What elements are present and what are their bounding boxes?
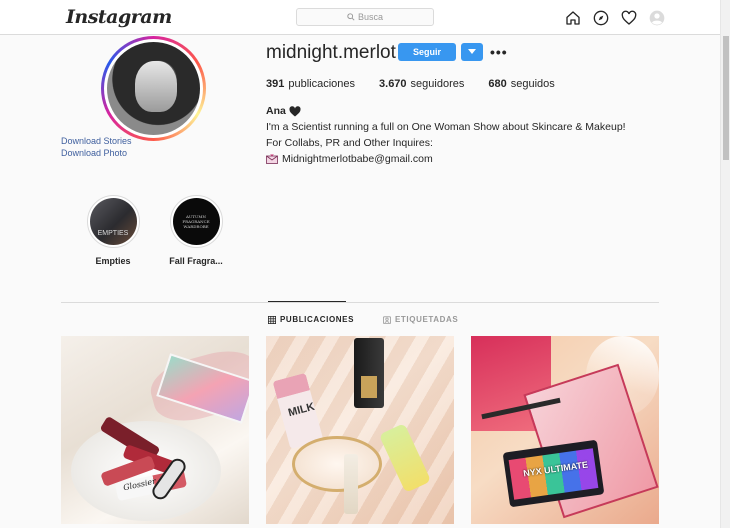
- suggestions-dropdown-button[interactable]: [461, 43, 483, 61]
- profile-stats: 391 publicaciones 3.670 seguidores 680 s…: [266, 78, 555, 90]
- following-label: seguidos: [510, 78, 555, 90]
- tabs-divider: [61, 302, 659, 303]
- download-stories-link[interactable]: Download Stories: [61, 136, 132, 147]
- search-icon: [347, 13, 355, 21]
- grid-icon: [268, 315, 276, 324]
- search-placeholder: Busca: [357, 12, 383, 22]
- highlight-label: Fall Fragra...: [169, 256, 223, 266]
- followers-stat[interactable]: 3.670 seguidores: [379, 78, 464, 90]
- highlight-cover: AUTUMN FRAGRANCE WARDROBE: [172, 198, 220, 245]
- more-options-icon[interactable]: •••: [490, 44, 508, 60]
- scrollbar-thumb[interactable]: [723, 36, 729, 160]
- profile-bio: Ana I'm a Scientist running a full on On…: [266, 103, 626, 167]
- profile-avatar: [107, 42, 200, 135]
- posts-count: 391: [266, 78, 285, 90]
- bio-email-row: Midnightmerlotbabe@gmail.com: [266, 151, 626, 167]
- highlight-cover: EMPTIES: [89, 198, 137, 245]
- follow-button[interactable]: Seguir: [398, 43, 456, 61]
- bio-line-2: For Collabs, PR and Other Inquires:: [266, 137, 433, 149]
- envelope-icon: [266, 154, 278, 164]
- tab-publicaciones[interactable]: PUBLICACIONES: [268, 315, 354, 324]
- search-input[interactable]: Busca: [296, 8, 434, 26]
- highlight-fall-fragrance[interactable]: AUTUMN FRAGRANCE WARDROBE Fall Fragra...: [164, 195, 228, 266]
- profile-avatar-icon[interactable]: [648, 9, 665, 26]
- following-count: 680: [488, 78, 507, 90]
- post-thumbnail-2[interactable]: MILK: [266, 336, 454, 524]
- chevron-down-icon: [468, 49, 476, 54]
- explore-compass-icon[interactable]: [592, 9, 609, 26]
- activity-heart-icon[interactable]: [620, 9, 637, 26]
- tag-person-icon: [383, 315, 391, 324]
- posts-label: publicaciones: [288, 78, 356, 90]
- profile-full-name: Ana: [266, 103, 626, 119]
- posts-count-stat: 391 publicaciones: [266, 78, 355, 90]
- following-stat[interactable]: 680 seguidos: [488, 78, 554, 90]
- instagram-logo[interactable]: Instagram: [66, 6, 172, 28]
- followers-count: 3.670: [379, 78, 407, 90]
- post-thumbnail-1[interactable]: Glossier: [61, 336, 249, 524]
- post-thumbnail-3[interactable]: NYX ULTIMATE: [471, 336, 659, 524]
- profile-avatar-story-ring[interactable]: [101, 36, 206, 141]
- page-scrollbar[interactable]: [720, 0, 730, 528]
- tab-etiquetadas[interactable]: ETIQUETADAS: [383, 315, 458, 324]
- profile-username: midnight.merlot: [266, 42, 396, 63]
- top-navigation-bar: Instagram Busca: [0, 0, 720, 35]
- highlight-label: Empties: [95, 256, 131, 266]
- home-icon[interactable]: [564, 9, 581, 26]
- black-heart-icon: [289, 105, 301, 116]
- bio-line-1: I'm a Scientist running a full on One Wo…: [266, 121, 626, 133]
- bio-email[interactable]: Midnightmerlotbabe@gmail.com: [282, 151, 433, 167]
- download-photo-link[interactable]: Download Photo: [61, 148, 132, 159]
- active-tab-indicator: [268, 301, 346, 302]
- followers-label: seguidores: [410, 78, 465, 90]
- highlight-empties[interactable]: EMPTIES Empties: [81, 195, 145, 266]
